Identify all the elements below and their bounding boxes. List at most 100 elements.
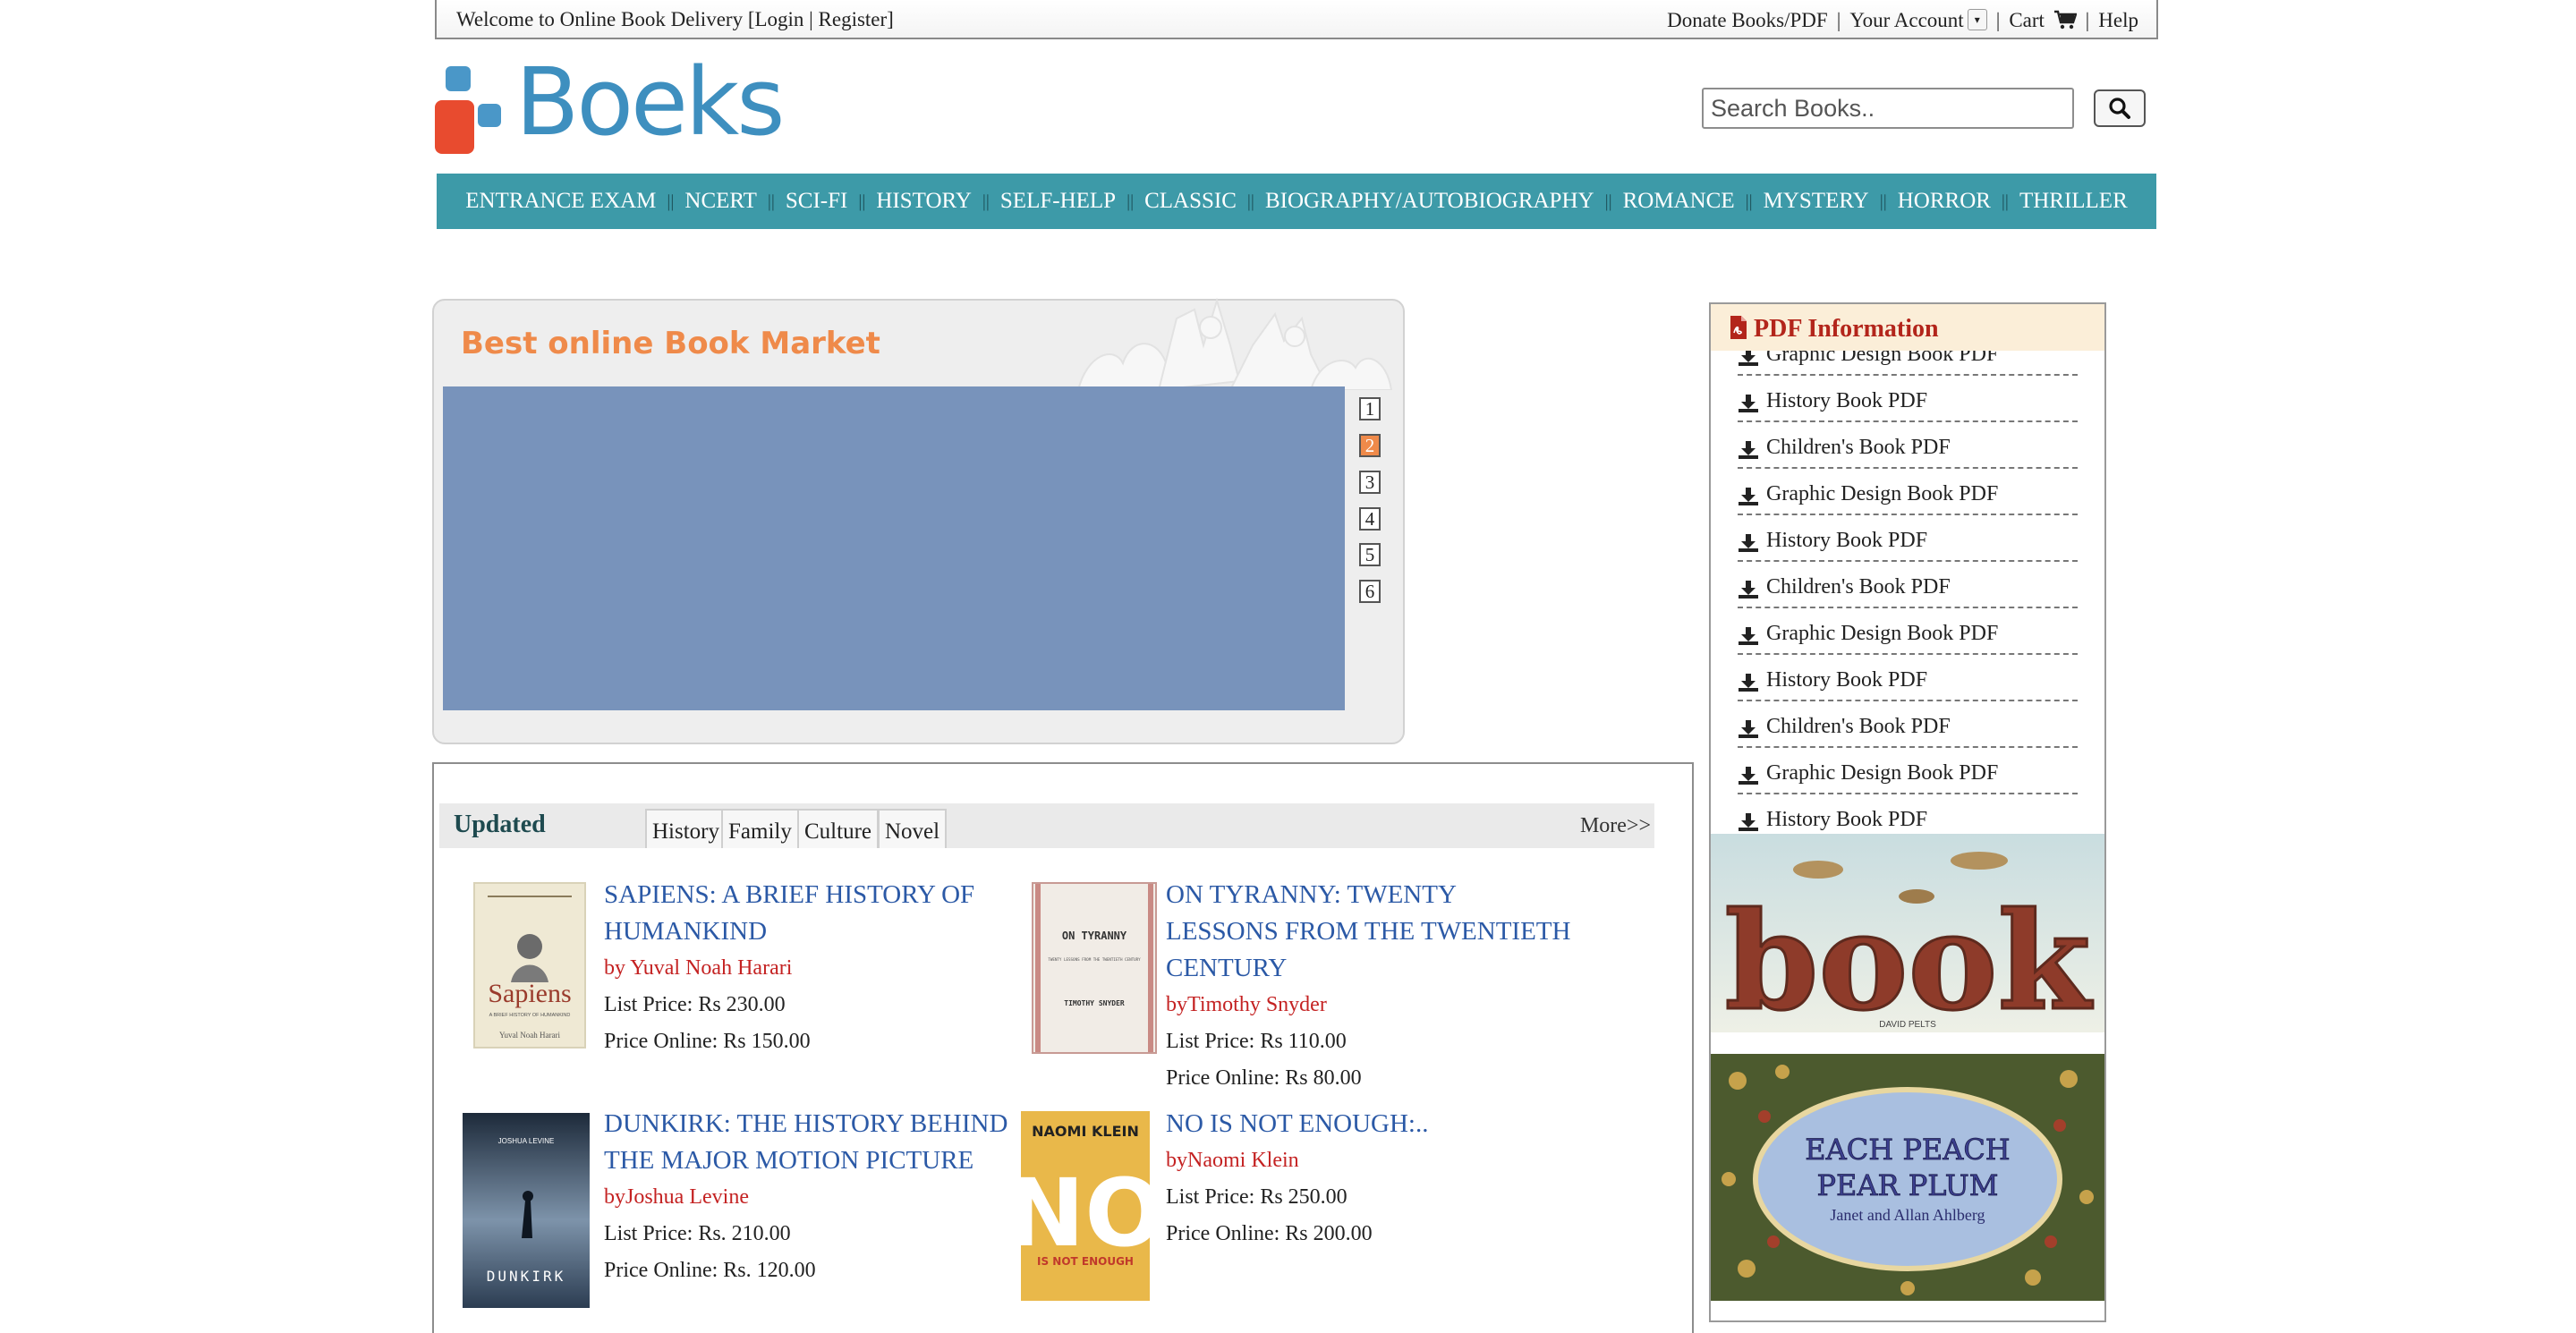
book-online-price: Price Online: Rs 80.00 bbox=[1166, 1066, 1362, 1090]
slider-page-3[interactable]: 3 bbox=[1359, 471, 1381, 494]
book-title-line: LESSONS FROM THE TWENTIETH bbox=[1166, 917, 1571, 946]
pdf-item-label: Graphic Design Book PDF bbox=[1766, 622, 1999, 645]
book-title-no-is-not-enough[interactable]: NO IS NOT ENOUGH:.. bbox=[1166, 1106, 1428, 1142]
no-is-not-enough-cover-art: NAOMI KLEIN NO IS NOT ENOUGH bbox=[1021, 1111, 1150, 1301]
download-icon bbox=[1739, 767, 1758, 785]
book-cover-dunkirk[interactable]: JOSHUA LEVINE DUNKIRK bbox=[463, 1113, 590, 1308]
book-cover-sapiens[interactable]: Sapiens A BRIEF HISTORY OF HUMANKIND Yuv… bbox=[473, 882, 586, 1049]
nav-separator: || bbox=[2001, 191, 2009, 211]
book-title-line: ON TYRANNY: TWENTY bbox=[1166, 880, 1457, 909]
your-account-link[interactable]: Your Account ▾ bbox=[1849, 9, 1987, 32]
slider-page-2[interactable]: 2 bbox=[1359, 434, 1381, 457]
nav-sci-fi[interactable]: SCI-FI bbox=[780, 189, 853, 214]
more-link[interactable]: More>> bbox=[1580, 814, 1651, 838]
ad2-title-line-1: EACH PEACH bbox=[1805, 1133, 2010, 1167]
separator: | bbox=[2085, 9, 2090, 31]
pdf-item-label: History Book PDF bbox=[1766, 808, 1928, 831]
pdf-item[interactable]: History Book PDF bbox=[1738, 376, 2078, 422]
pdf-item[interactable]: Graphic Design Book PDF bbox=[1738, 608, 2078, 655]
download-icon bbox=[1739, 395, 1758, 412]
book-list-price: List Price: Rs 250.00 bbox=[1166, 1185, 1348, 1209]
nav-self-help[interactable]: SELF-HELP bbox=[995, 189, 1121, 214]
on-tyranny-cover-subtitle: TWENTY LESSONS FROM THE TWENTIETH CENTUR… bbox=[1048, 957, 1141, 962]
featured-slider: Best online Book Market 1 2 3 4 5 6 bbox=[432, 297, 1405, 744]
on-tyranny-cover-author: TIMOTHY SNYDER bbox=[1064, 999, 1125, 1007]
book-list-price: List Price: Rs 110.00 bbox=[1166, 1030, 1347, 1053]
cart-link[interactable]: Cart bbox=[2009, 9, 2078, 32]
pdf-item-label: Children's Book PDF bbox=[1766, 575, 1951, 599]
pdf-item[interactable]: History Book PDF bbox=[1738, 655, 2078, 701]
each-peach-pear-plum-ad-image[interactable]: EACH PEACH PEAR PLUM Janet and Allan Ahl… bbox=[1711, 1054, 2104, 1301]
nav-separator: || bbox=[1745, 191, 1753, 211]
slider-page-4[interactable]: 4 bbox=[1359, 507, 1381, 531]
slider-page-6[interactable]: 6 bbox=[1359, 580, 1381, 603]
slider-page-5[interactable]: 5 bbox=[1359, 543, 1381, 566]
book-title-on-tyranny[interactable]: ON TYRANNY: TWENTY LESSONS FROM THE TWEN… bbox=[1166, 877, 1570, 987]
nav-entrance-exam[interactable]: ENTRANCE EXAM bbox=[460, 189, 661, 214]
chevron-down-icon[interactable]: ▾ bbox=[1967, 9, 1987, 30]
your-account-label: Your Account bbox=[1849, 9, 1964, 31]
separator: | bbox=[1836, 9, 1841, 31]
search-button[interactable] bbox=[2094, 89, 2146, 127]
search-input[interactable] bbox=[1702, 88, 2074, 129]
pdf-item[interactable]: History Book PDF bbox=[1738, 515, 2078, 562]
book-title-line: NO IS NOT ENOUGH:.. bbox=[1166, 1109, 1429, 1138]
pdf-item[interactable]: Children's Book PDF bbox=[1738, 422, 2078, 469]
tab-novel[interactable]: Novel bbox=[878, 809, 948, 848]
book-title-sapiens[interactable]: SAPIENS: A BRIEF HISTORY OF HUMANKIND bbox=[604, 877, 974, 950]
pdf-item-label: History Book PDF bbox=[1766, 389, 1928, 412]
nav-classic[interactable]: CLASSIC bbox=[1139, 189, 1242, 214]
pdf-sidebar: PDF Information Graphic Design Book PDF … bbox=[1709, 302, 2106, 1322]
nav-separator: || bbox=[1604, 191, 1612, 211]
book-title-dunkirk[interactable]: DUNKIRK: THE HISTORY BEHIND THE MAJOR MO… bbox=[604, 1106, 1007, 1179]
updated-books-panel: Updated History Family Culture Novel Mor… bbox=[432, 762, 1694, 1333]
book-title-line: CENTURY bbox=[1166, 954, 1288, 982]
slider-title: Best online Book Market bbox=[461, 326, 880, 361]
nav-separator: || bbox=[982, 191, 990, 211]
download-icon bbox=[1739, 441, 1758, 459]
nav-romance[interactable]: ROMANCE bbox=[1618, 189, 1740, 214]
nav-mystery[interactable]: MYSTERY bbox=[1758, 189, 1875, 214]
dunkirk-cover-art: JOSHUA LEVINE DUNKIRK bbox=[463, 1113, 590, 1308]
pdf-item[interactable]: Graphic Design Book PDF bbox=[1738, 748, 2078, 794]
pdf-file-icon bbox=[1730, 316, 1747, 339]
book-title-line: SAPIENS: A BRIEF HISTORY OF bbox=[604, 880, 975, 909]
book-author: byJoshua Levine bbox=[604, 1185, 749, 1209]
tab-history[interactable]: History bbox=[645, 809, 727, 848]
download-icon bbox=[1739, 720, 1758, 738]
slider-image[interactable] bbox=[443, 386, 1345, 710]
dunkirk-cover-title: DUNKIRK bbox=[487, 1268, 565, 1285]
donate-link[interactable]: Donate Books/PDF bbox=[1667, 9, 1828, 32]
nav-biography[interactable]: BIOGRAPHY/AUTOBIOGRAPHY bbox=[1260, 189, 1600, 214]
book-author: byTimothy Snyder bbox=[1166, 993, 1327, 1016]
book-ad-image[interactable]: book DAVID PELTS bbox=[1711, 834, 2104, 1032]
book-cover-no-is-not-enough[interactable]: NAOMI KLEIN NO IS NOT ENOUGH bbox=[1021, 1111, 1150, 1301]
pdf-item[interactable]: Graphic Design Book PDF bbox=[1738, 351, 2078, 376]
no-cover-subtitle: IS NOT ENOUGH bbox=[1037, 1255, 1134, 1268]
nav-horror[interactable]: HORROR bbox=[1892, 189, 1996, 214]
nav-thriller[interactable]: THRILLER bbox=[2014, 189, 2133, 214]
help-link[interactable]: Help bbox=[2098, 9, 2138, 32]
download-icon bbox=[1739, 534, 1758, 552]
tab-family[interactable]: Family bbox=[721, 809, 799, 848]
pdf-item[interactable]: Graphic Design Book PDF bbox=[1738, 469, 2078, 515]
book-list-price: List Price: Rs 230.00 bbox=[604, 993, 786, 1016]
nav-separator: || bbox=[767, 191, 775, 211]
nav-history[interactable]: HISTORY bbox=[871, 189, 977, 214]
book-author: byNaomi Klein bbox=[1166, 1149, 1299, 1172]
pdf-item[interactable]: Children's Book PDF bbox=[1738, 562, 2078, 608]
top-links: Donate Books/PDF | Your Account ▾ | Cart … bbox=[1667, 9, 2138, 32]
ad2-author: Janet and Allan Ahlberg bbox=[1830, 1206, 1985, 1224]
nav-ncert[interactable]: NCERT bbox=[679, 189, 761, 214]
slider-page-1[interactable]: 1 bbox=[1359, 397, 1381, 420]
download-icon bbox=[1739, 488, 1758, 505]
book-title-line: HUMANKIND bbox=[604, 917, 768, 946]
book-cover-on-tyranny[interactable]: ON TYRANNY TWENTY LESSONS FROM THE TWENT… bbox=[1032, 882, 1157, 1054]
search-icon bbox=[2109, 98, 2130, 119]
pdf-item-label: Graphic Design Book PDF bbox=[1766, 351, 1999, 366]
crowd-silhouette-decoration bbox=[1076, 297, 1393, 390]
pdf-item[interactable]: Children's Book PDF bbox=[1738, 701, 2078, 748]
tab-culture[interactable]: Culture bbox=[797, 809, 879, 848]
book-ad-author: DAVID PELTS bbox=[1879, 1020, 1936, 1030]
book-ad-title: book bbox=[1725, 883, 2094, 1032]
